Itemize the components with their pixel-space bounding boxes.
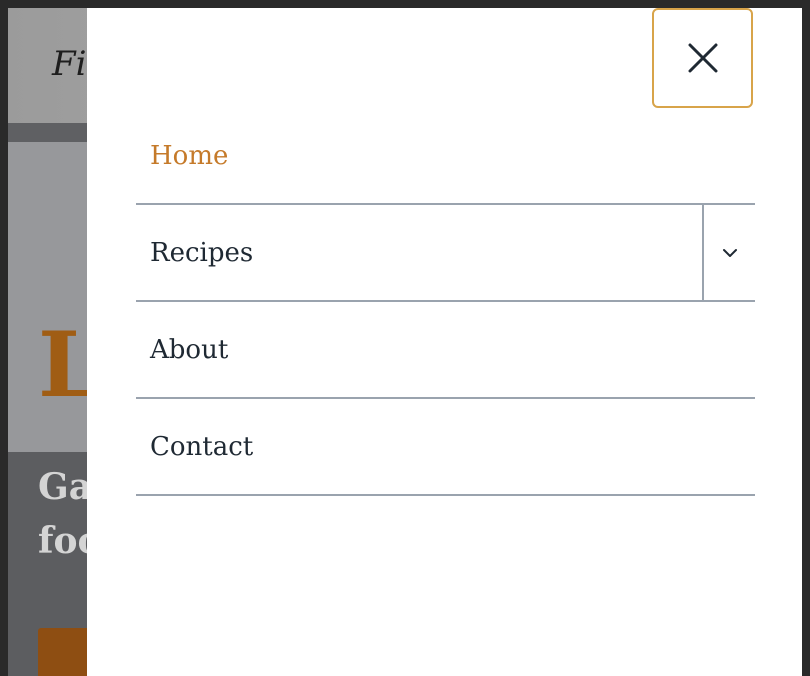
- site-logo[interactable]: Fi: [52, 44, 86, 84]
- navigation-drawer: Home Recipes About Contact: [87, 8, 802, 676]
- menu-item-about: About: [136, 302, 755, 399]
- menu-link-recipes[interactable]: Recipes: [136, 205, 702, 300]
- menu-link-about[interactable]: About: [136, 302, 755, 397]
- menu-item-recipes: Recipes: [136, 205, 755, 302]
- close-icon: [688, 43, 717, 73]
- main-menu: Home Recipes About Contact: [136, 108, 755, 496]
- chevron-down-icon: [722, 248, 737, 257]
- menu-item-home: Home: [136, 108, 755, 205]
- close-menu-button[interactable]: [652, 8, 753, 108]
- menu-link-contact[interactable]: Contact: [136, 399, 755, 494]
- menu-link-home[interactable]: Home: [136, 108, 755, 203]
- submenu-toggle-recipes[interactable]: [702, 205, 755, 300]
- menu-item-contact: Contact: [136, 399, 755, 496]
